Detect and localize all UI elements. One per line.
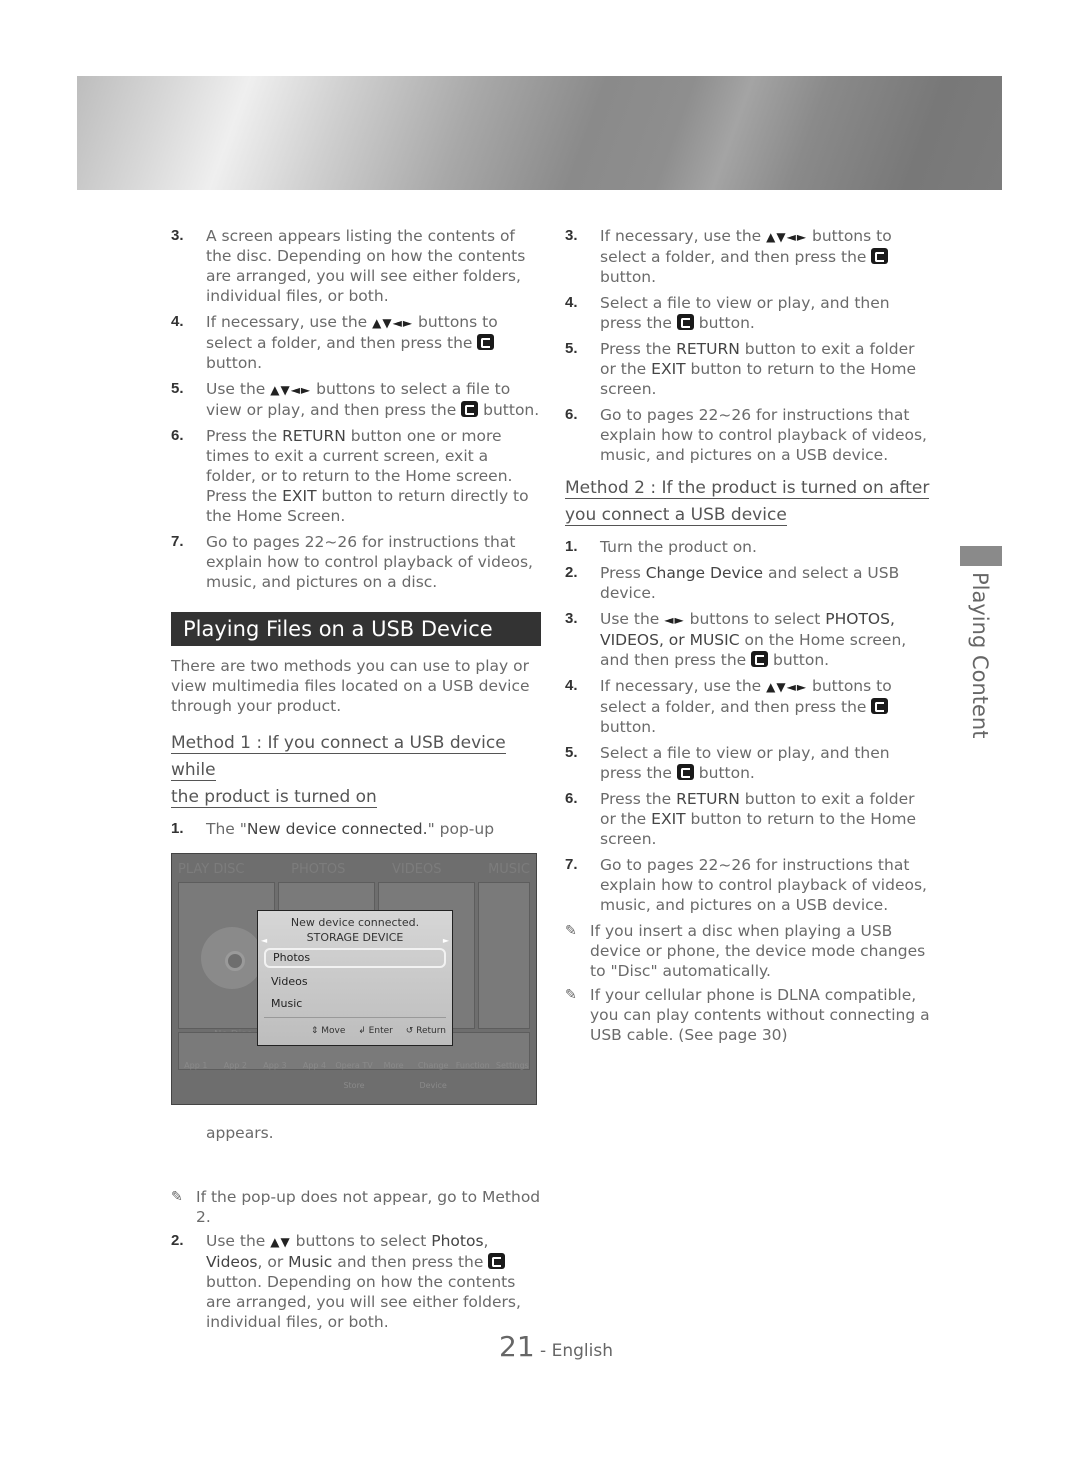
list-item: 5. Press the RETURN button to exit a fol… bbox=[565, 340, 917, 398]
header-banner bbox=[77, 76, 1002, 190]
method2-heading: Method 2 : If the product is turned on a… bbox=[565, 478, 930, 526]
left-column: 3. A screen appears listing the contents… bbox=[171, 226, 541, 1338]
enter-button-icon bbox=[751, 651, 769, 667]
right-column: 3. If necessary, use the ▲▼◄► buttons to… bbox=[565, 226, 935, 1049]
list-item: 4. Select a file to view or play, and th… bbox=[565, 294, 890, 332]
enter-button-icon bbox=[488, 1253, 506, 1269]
music-tile bbox=[478, 882, 530, 1029]
pencil-note-icon: ✎ bbox=[565, 987, 577, 1003]
arrow-left-icon[interactable]: ◄ bbox=[261, 931, 267, 951]
popup-option-music[interactable]: Music bbox=[258, 993, 452, 1015]
enter-button-icon bbox=[477, 334, 495, 350]
list-item: 6. Press the RETURN button one or more t… bbox=[171, 427, 529, 525]
popup-option-photos[interactable]: Photos bbox=[264, 948, 446, 968]
list-item: 6. Go to pages 22~26 for instructions th… bbox=[565, 406, 927, 464]
list-item: 3. If necessary, use the ▲▼◄► buttons to… bbox=[565, 227, 892, 286]
list-item: 2. Press Change Device and select a USB … bbox=[565, 564, 900, 602]
popup-footer: ⇕ Move ↲ Enter ↺ Return bbox=[264, 1017, 446, 1041]
arrow-keys-icon: ◄► bbox=[664, 613, 685, 627]
enter-button-icon bbox=[871, 698, 889, 714]
list-item: 5. Select a file to view or play, and th… bbox=[565, 744, 890, 782]
list-item: 3. A screen appears listing the contents… bbox=[171, 227, 526, 305]
popup-option-videos[interactable]: Videos bbox=[258, 971, 452, 993]
arrow-keys-icon: ▲▼◄► bbox=[372, 316, 414, 330]
step1-continuation: appears. bbox=[206, 1124, 274, 1142]
list-item: 7. Go to pages 22~26 for instructions th… bbox=[171, 533, 533, 591]
enter-button-icon bbox=[676, 764, 694, 780]
pencil-note-icon: ✎ bbox=[171, 1189, 183, 1205]
enter-button-icon bbox=[461, 401, 479, 417]
intro-paragraph: There are two methods you can use to pla… bbox=[171, 657, 530, 715]
page-number: 21 bbox=[499, 1330, 535, 1363]
method1-heading: Method 1 : If you connect a USB device w… bbox=[171, 733, 506, 808]
page-language: - English bbox=[534, 1341, 613, 1361]
arrow-keys-icon: ▲▼◄► bbox=[270, 383, 312, 397]
popup-title: New device connected. bbox=[290, 916, 420, 929]
section-title: Playing Files on a USB Device bbox=[171, 612, 541, 646]
list-item: 7. Go to pages 22~26 for instructions th… bbox=[565, 856, 927, 914]
arrow-keys-icon: ▲▼◄► bbox=[766, 680, 808, 694]
pencil-note-icon: ✎ bbox=[565, 923, 577, 939]
note: ✎ If your cellular phone is DLNA compati… bbox=[565, 986, 930, 1044]
chapter-label: Playing Content bbox=[968, 572, 992, 739]
enter-hint: ↲ Enter bbox=[358, 1026, 393, 1036]
note: ✎ If you insert a disc when playing a US… bbox=[565, 922, 926, 980]
new-device-popup: ◄ ► New device connected. STORAGE DEVICE… bbox=[257, 910, 453, 1046]
return-hint: ↺ Return bbox=[405, 1026, 446, 1036]
list-item: 1. The "New device connected." pop-up bbox=[171, 820, 495, 838]
arrow-keys-icon: ▲▼◄► bbox=[766, 230, 808, 244]
list-item: 4. If necessary, use the ▲▼◄► buttons to… bbox=[565, 677, 892, 736]
move-hint: ⇕ Move bbox=[310, 1026, 346, 1036]
arrow-right-icon[interactable]: ► bbox=[443, 931, 449, 951]
disc-icon bbox=[201, 927, 263, 989]
page-footer: 21 - English bbox=[499, 1330, 613, 1363]
list-item: 3. Use the ◄► buttons to select PHOTOS, … bbox=[565, 610, 907, 669]
list-item: 4. If necessary, use the ▲▼◄► buttons to… bbox=[171, 313, 498, 372]
chapter-tab-marker bbox=[960, 546, 1002, 566]
apps-labels: App 1 App 2 App 3 App 4 Opera TV Store M… bbox=[184, 1061, 529, 1090]
home-screen-illustration: PLAY DISC PHOTOS VIDEOS MUSIC No Disc Ap… bbox=[171, 853, 537, 1105]
note: ✎ If the pop-up does not appear, go to M… bbox=[171, 1188, 541, 1226]
enter-button-icon bbox=[871, 248, 889, 264]
list-item: 6. Press the RETURN button to exit a fol… bbox=[565, 790, 917, 848]
list-item: 5. Use the ▲▼◄► buttons to select a file… bbox=[171, 380, 540, 419]
arrow-keys-icon: ▲▼ bbox=[270, 1235, 291, 1249]
list-item: 2. Use the ▲▼ buttons to select Photos, … bbox=[171, 1232, 521, 1331]
enter-button-icon bbox=[676, 314, 694, 330]
home-tabs: PLAY DISC PHOTOS VIDEOS MUSIC bbox=[178, 862, 530, 877]
popup-subtitle: STORAGE DEVICE bbox=[306, 931, 404, 944]
list-item: 1. Turn the product on. bbox=[565, 538, 757, 556]
